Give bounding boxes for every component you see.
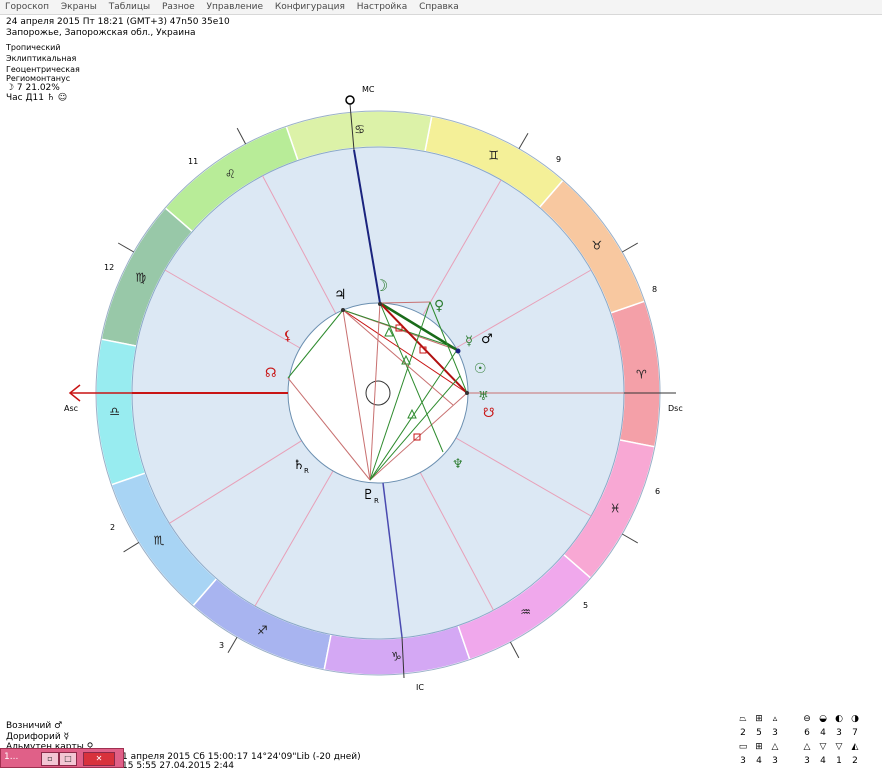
moon-phase-new-icon: ⊖: [803, 714, 811, 724]
house-number-3: 3: [219, 641, 224, 650]
moon-phase-first-icon: ◐: [835, 714, 843, 724]
close-button[interactable]: ✕: [83, 752, 115, 766]
aspect-count: 2: [740, 728, 746, 738]
house-number-9: 9: [556, 155, 561, 164]
aspect-count: 6: [804, 728, 810, 738]
aspect-count: 2: [852, 756, 858, 766]
aspect-count: 3: [804, 756, 810, 766]
zodiac-sign-icon: ♉: [591, 238, 602, 252]
aspect-count: 3: [772, 728, 778, 738]
lilith-icon[interactable]: ⚸: [283, 329, 293, 344]
triangle-up-icon: △: [803, 742, 811, 752]
saturn-icon[interactable]: ♄: [293, 458, 305, 473]
zodiac-sign-icon: ♐: [257, 623, 268, 637]
triangle-half-icon: ◭: [851, 742, 859, 752]
planet-point-marker: [465, 391, 469, 395]
asc-label: Asc: [64, 404, 78, 413]
house-number-8: 8: [652, 285, 657, 294]
grid-icon: ⊞: [755, 714, 763, 724]
mc-marker-icon: [345, 95, 355, 105]
venus-icon[interactable]: ♀: [434, 298, 444, 314]
aspect-count: 4: [820, 756, 826, 766]
house-cusp-tick: [621, 533, 639, 544]
square-grid-icon: ⊞: [755, 742, 763, 752]
saturn-retro-label: R: [304, 467, 309, 475]
house-number-11: 11: [188, 157, 198, 166]
pluto-retro-label: R: [374, 497, 379, 505]
house-cusp-tick: [621, 242, 639, 253]
zodiac-sign-icon: ♏: [154, 534, 165, 548]
natal-chart-wheel: ♈ ♉ ♊ ♋ ♌ ♍ ♎ ♏ ♐ ♑ ♒ ♓ MC IC Asc Dsc ♃ ☽ ♀ ☿ ♂ ☉ ♅…: [64, 85, 683, 692]
south-node-icon[interactable]: ☋: [483, 406, 495, 421]
quincunx-icon: ⏢: [739, 714, 747, 724]
uranus-icon[interactable]: ♅: [478, 389, 489, 403]
minimized-window-bar[interactable]: 1... ▫ □ ✕: [0, 748, 124, 768]
zodiac-sign-icon: ♈: [636, 368, 647, 382]
house-number-12: 12: [104, 263, 114, 272]
north-node-icon[interactable]: ☊: [265, 366, 277, 381]
house-cusp-tick: [123, 542, 140, 553]
jupiter-icon[interactable]: ♃: [334, 287, 347, 303]
zodiac-sign-icon: ♊: [488, 149, 499, 163]
zodiac-sign-icon: ♍: [135, 270, 146, 284]
zodiac-sign-icon: ♎: [109, 404, 120, 418]
house-cusp-tick: [509, 641, 520, 659]
progression-line-2: 15 5:55 27.04.2015 2:44: [122, 761, 234, 771]
house-cusp-tick: [518, 132, 529, 150]
house-cusp-tick: [117, 242, 135, 253]
voznichiy-info: Возничий ♂: [6, 721, 63, 731]
aspect-count: 4: [756, 756, 762, 766]
moon-phase-full-icon: ◑: [851, 714, 859, 724]
triangle-down-icon: ▽: [819, 742, 827, 752]
house-cusp-tick: [227, 636, 238, 654]
pluto-icon[interactable]: ♇: [362, 487, 375, 503]
sun-icon[interactable]: ☉: [474, 361, 487, 377]
aspect-count: 3: [836, 728, 842, 738]
neptune-icon[interactable]: ♆: [452, 457, 464, 472]
zodiac-sign-icon: ♓: [610, 502, 621, 516]
triangle-down-icon: ▽: [835, 742, 843, 752]
moon-icon[interactable]: ☽: [374, 276, 388, 295]
zodiac-sign-icon: ♒: [520, 605, 531, 619]
restore-button[interactable]: ▫: [41, 752, 59, 766]
aspect-count: 4: [820, 728, 826, 738]
aspect-count: 5: [756, 728, 762, 738]
house-number-6: 6: [655, 487, 660, 496]
house-number-2: 2: [110, 523, 115, 532]
house-cusp-tick: [236, 127, 247, 145]
minimized-window-title[interactable]: 1...: [4, 752, 18, 762]
aspect-count: 1: [836, 756, 842, 766]
house-number-5: 5: [583, 601, 588, 610]
dash-icon: ▭: [738, 742, 748, 752]
triangle-icon: △: [771, 742, 779, 752]
dsc-label: Dsc: [668, 404, 683, 413]
planet-point-marker: [341, 308, 345, 312]
moon-phase-half-icon: ◒: [819, 714, 827, 724]
mercury-icon[interactable]: ☿: [465, 334, 473, 349]
zodiac-sign-icon: ♌: [225, 167, 236, 181]
dorifory-info: Дорифорий ☿: [6, 732, 70, 742]
mars-icon[interactable]: ♂: [481, 332, 493, 347]
triangle-stack-icon: ▵: [772, 714, 778, 724]
aspect-count: 3: [772, 756, 778, 766]
zodiac-sign-icon: ♋: [354, 123, 365, 137]
aspect-count: 3: [740, 756, 746, 766]
maximize-button[interactable]: □: [59, 752, 77, 766]
aspect-count: 7: [852, 728, 858, 738]
mc-label: MC: [362, 85, 375, 94]
planet-point-marker: [378, 302, 382, 306]
planet-point-marker: [455, 348, 461, 354]
center-earth-circle: [365, 380, 391, 406]
zodiac-sign-icon: ♑: [391, 649, 402, 663]
ic-label: IC: [416, 683, 424, 692]
